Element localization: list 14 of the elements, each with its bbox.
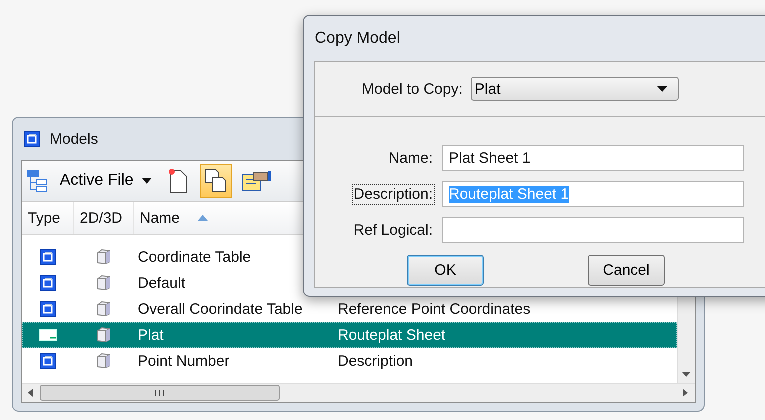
- model-description: Description: [337, 352, 414, 370]
- model-name: Default: [137, 274, 187, 292]
- field-label: Model to Copy:: [362, 80, 463, 98]
- model-description: Routeplat Sheet: [337, 326, 447, 344]
- model-name: Point Number: [137, 352, 231, 370]
- model-name: Plat: [137, 326, 165, 344]
- model-name: Overall Coorindate Table: [137, 300, 304, 318]
- model-description: Reference Point Coordinates: [337, 300, 532, 318]
- dialog-title: Copy Model: [314, 28, 402, 48]
- field-label: Description:: [352, 184, 435, 204]
- field-label: Name:: [388, 148, 434, 168]
- model-name: Coordinate Table: [137, 248, 252, 266]
- field-label: Ref Logical:: [352, 220, 434, 240]
- window-title: Models: [50, 130, 98, 148]
